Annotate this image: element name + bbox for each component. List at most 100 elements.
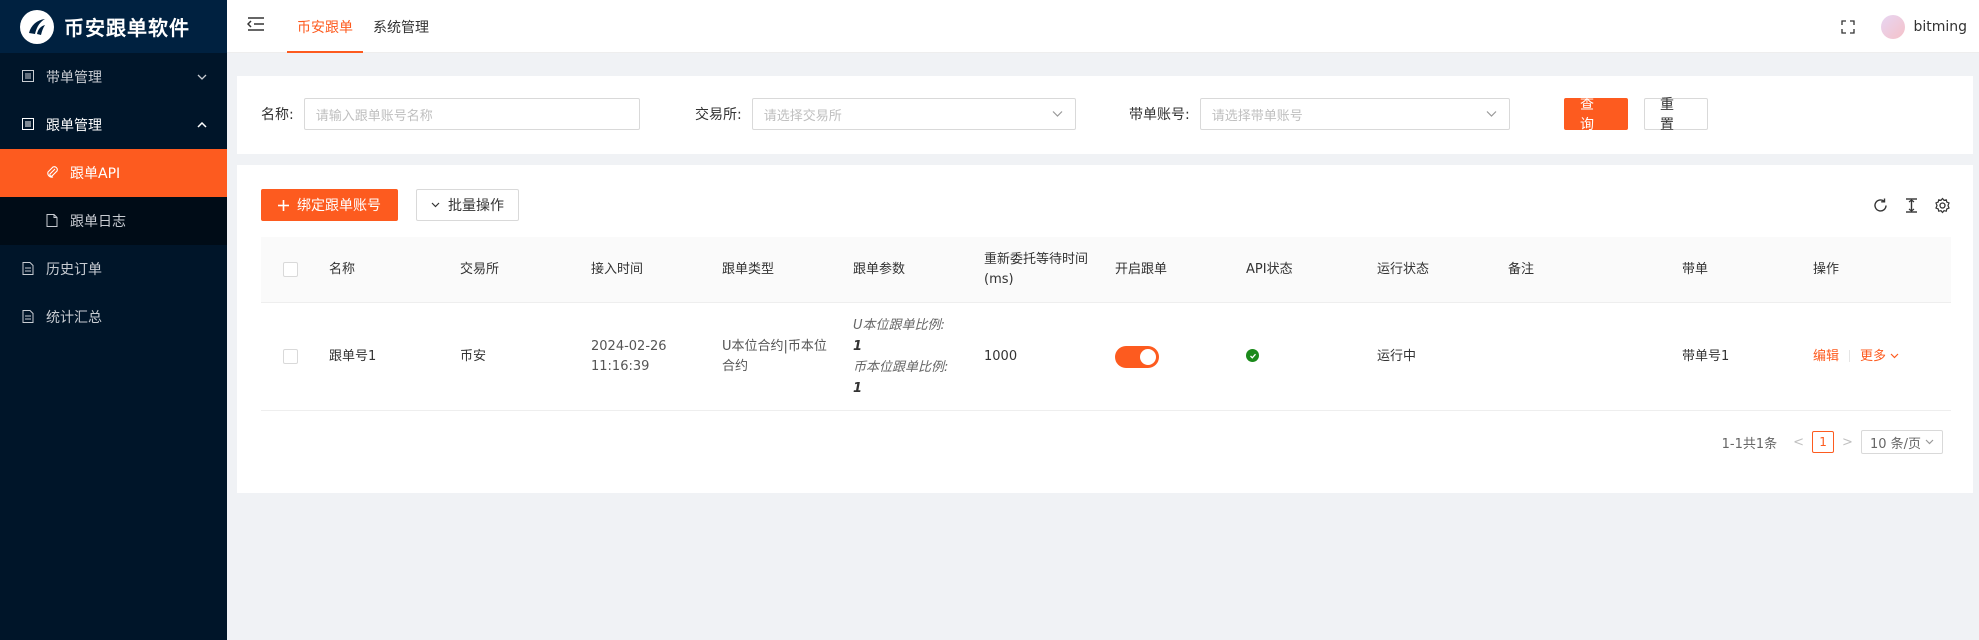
page-number[interactable]: 1 (1812, 431, 1835, 453)
sidebar-item-follow-api[interactable]: 跟单API (0, 149, 227, 197)
header-remark: 备注 (1508, 261, 1535, 277)
sidebar-item-label: 历史订单 (46, 262, 102, 278)
cell-follow-params: U本位跟单比例: 1 币本位跟单比例: 1 (841, 315, 972, 399)
reset-button[interactable]: 重 置 (1644, 97, 1708, 133)
chevron-down-icon (1486, 111, 1497, 118)
plus-icon (278, 199, 289, 211)
page-size-label: 10 条/页 (1869, 436, 1921, 452)
header-right: bitming (1841, 0, 1967, 53)
header-follow-enabled: 开启跟单 (1115, 261, 1168, 277)
chevron-down-icon (1890, 353, 1899, 359)
avatar[interactable] (1881, 14, 1906, 39)
chevron-down-icon (1052, 111, 1063, 118)
account-label: 带单账号: (1129, 107, 1190, 123)
sidebar-item-follow-log[interactable]: 跟单日志 (0, 197, 227, 245)
file-icon (46, 214, 60, 228)
cell-name: 跟单号1 (329, 348, 377, 364)
sidebar-item-label: 跟单日志 (70, 214, 126, 230)
header-api-status: API状态 (1246, 261, 1293, 277)
access-date: 2024-02-26 (591, 338, 667, 354)
search-actions: 查 询 重 置 (1564, 97, 1708, 133)
bind-account-button[interactable]: 绑定跟单账号 (261, 189, 398, 221)
exchange-placeholder: 请选择交易所 (763, 108, 842, 124)
cell-run-status: 运行中 (1377, 348, 1417, 364)
follow-toggle[interactable] (1115, 345, 1159, 368)
header-exchange: 交易所 (460, 261, 500, 277)
header-wait-time: 重新委托等待时间(ms) (984, 251, 1089, 287)
header-name: 名称 (329, 261, 356, 277)
header: 币安跟单 系统管理 bitming (227, 0, 1979, 53)
sidebar-item-history-orders[interactable]: 历史订单 (0, 245, 227, 293)
batch-actions-button[interactable]: 批量操作 (416, 189, 519, 221)
sidebar-item-label: 跟单管理 (46, 118, 102, 134)
name-input[interactable]: 请输入跟单账号名称 (303, 98, 640, 130)
header-lead: 带单 (1682, 261, 1709, 277)
tab-binance-follow[interactable]: 币安跟单 (287, 0, 363, 53)
next-page-icon[interactable]: > (1842, 435, 1853, 450)
check-circle-icon (1246, 349, 1259, 362)
table-row: 跟单号1 币安 2024-02-26 11:16:39 U本位合约|币本位合约 … (261, 303, 1951, 411)
divider (1849, 350, 1851, 362)
select-all-checkbox[interactable] (283, 262, 298, 277)
name-label: 名称: (261, 107, 294, 123)
cell-lead: 带单号1 (1682, 348, 1730, 364)
query-button[interactable]: 查 询 (1564, 97, 1628, 133)
sidebar-submenu: 跟单API 跟单日志 (0, 149, 227, 245)
list-icon (22, 118, 36, 132)
settings-icon[interactable] (1934, 197, 1951, 214)
sidebar-item-statistics[interactable]: 统计汇总 (0, 293, 227, 341)
document-icon (22, 310, 36, 324)
table-tools (1872, 197, 1951, 214)
list-icon (22, 70, 36, 84)
param-u-value: 1 (853, 338, 863, 354)
chevron-down-icon (197, 74, 207, 80)
header-run-status: 运行状态 (1377, 261, 1430, 277)
chevron-up-icon (197, 122, 207, 128)
sidebar-item-label: 带单管理 (46, 70, 102, 86)
header-checkbox-cell (261, 262, 317, 277)
exchange-field: 交易所: 请选择交易所 (695, 98, 1076, 130)
param-c-label: 币本位跟单比例: (853, 359, 949, 375)
header-access-time: 接入时间 (591, 261, 644, 277)
row-checkbox[interactable] (283, 349, 298, 364)
cell-access-time: 2024-02-26 11:16:39 (579, 337, 710, 377)
follow-api-table: 名称 交易所 接入时间 跟单类型 跟单参数 重新委托等待时间(ms) 开启跟单 … (261, 237, 1951, 411)
exchange-label: 交易所: (695, 107, 742, 123)
sidebar-item-label: 跟单API (70, 166, 121, 182)
refresh-icon[interactable] (1872, 197, 1889, 214)
param-u-label: U本位跟单比例: (853, 317, 945, 333)
batch-actions-label: 批量操作 (448, 198, 504, 214)
cell-api-status (1234, 347, 1365, 367)
cell-follow-type: U本位合约|币本位合约 (722, 338, 827, 374)
chevron-down-icon (431, 202, 440, 208)
row-checkbox-cell (261, 349, 317, 364)
name-field: 名称: 请输入跟单账号名称 (261, 98, 640, 130)
username[interactable]: bitming (1913, 19, 1967, 35)
more-label: 更多 (1860, 348, 1887, 364)
header-actions: 操作 (1813, 261, 1840, 277)
header-follow-type: 跟单类型 (722, 261, 775, 277)
name-placeholder: 请输入跟单账号名称 (315, 108, 433, 124)
tab-system-management[interactable]: 系统管理 (363, 0, 439, 53)
document-icon (22, 262, 36, 276)
page-size-select[interactable]: 10 条/页 (1860, 430, 1943, 454)
logo: 币安跟单软件 (0, 0, 227, 53)
more-link[interactable]: 更多 (1860, 349, 1899, 364)
edit-link[interactable]: 编辑 (1813, 349, 1839, 364)
table-toolbar: 绑定跟单账号 批量操作 (261, 189, 519, 221)
prev-page-icon[interactable]: < (1793, 435, 1804, 450)
sidebar-item-follow-management[interactable]: 跟单管理 (0, 101, 227, 149)
cell-follow-enabled (1103, 345, 1234, 368)
search-panel: 名称: 请输入跟单账号名称 交易所: 请选择交易所 带单账号: 请选择带单账号 … (237, 76, 1973, 154)
account-select[interactable]: 请选择带单账号 (1199, 98, 1510, 130)
sidebar-item-lead-management[interactable]: 带单管理 (0, 53, 227, 101)
column-height-icon[interactable] (1903, 197, 1920, 214)
exchange-select[interactable]: 请选择交易所 (751, 98, 1076, 130)
pagination: 1-1共1条 < 1 > 10 条/页 (1722, 430, 1943, 454)
cell-actions: 编辑 更多 (1801, 347, 1932, 367)
table-header: 名称 交易所 接入时间 跟单类型 跟单参数 重新委托等待时间(ms) 开启跟单 … (261, 237, 1951, 303)
menu-fold-icon[interactable] (247, 16, 265, 32)
header-follow-params: 跟单参数 (853, 261, 906, 277)
cell-exchange: 币安 (460, 348, 487, 364)
fullscreen-icon[interactable] (1841, 19, 1856, 34)
